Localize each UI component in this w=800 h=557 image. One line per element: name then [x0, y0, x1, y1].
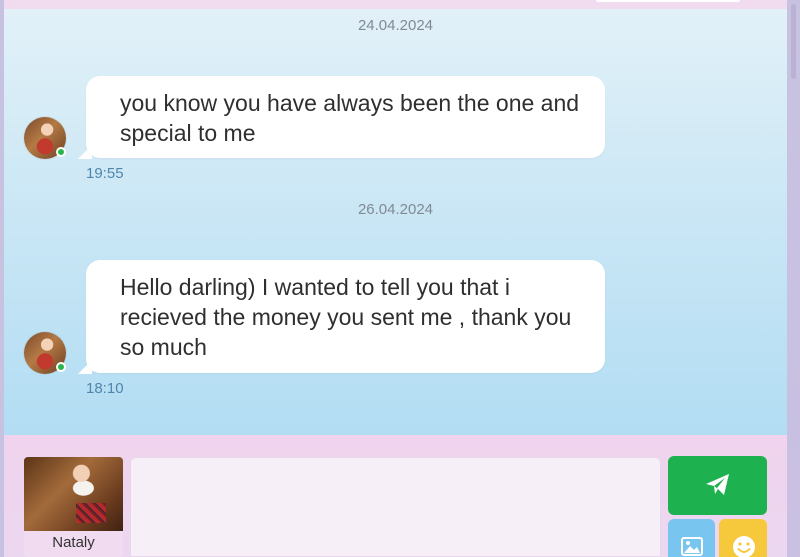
- message-bubble: you know you have always been the one an…: [86, 76, 605, 158]
- online-status-indicator: [56, 362, 66, 372]
- attach-photo-button[interactable]: [668, 519, 715, 557]
- emoji-button[interactable]: [719, 519, 767, 557]
- message-time: 18:10: [86, 380, 124, 397]
- top-tab: [596, 0, 740, 2]
- message-list[interactable]: 24.04.2024 you know you have always been…: [4, 9, 787, 435]
- chat-window: 24.04.2024 you know you have always been…: [0, 0, 800, 557]
- profile-card[interactable]: Nataly: [24, 457, 123, 557]
- message-text: you know you have always been the one an…: [120, 90, 580, 146]
- online-status-indicator: [56, 147, 66, 157]
- profile-name: Nataly: [52, 534, 95, 551]
- smiley-icon: [733, 536, 755, 557]
- message-bubble: Hello darling) I wanted to tell you that…: [86, 260, 605, 373]
- send-button[interactable]: [668, 456, 767, 515]
- scrollbar-track[interactable]: [787, 0, 800, 557]
- profile-photo[interactable]: [24, 457, 123, 531]
- message-time: 19:55: [86, 165, 124, 182]
- message-text: Hello darling) I wanted to tell you that…: [120, 274, 572, 360]
- paper-plane-icon: [706, 474, 729, 495]
- scrollbar-thumb[interactable]: [791, 4, 796, 79]
- image-icon: [681, 537, 703, 556]
- date-separator: 24.04.2024: [357, 17, 434, 34]
- composer-bar: Nataly: [4, 435, 787, 557]
- message-input[interactable]: [130, 457, 661, 557]
- top-strip: [0, 0, 800, 9]
- date-separator: 26.04.2024: [357, 201, 434, 218]
